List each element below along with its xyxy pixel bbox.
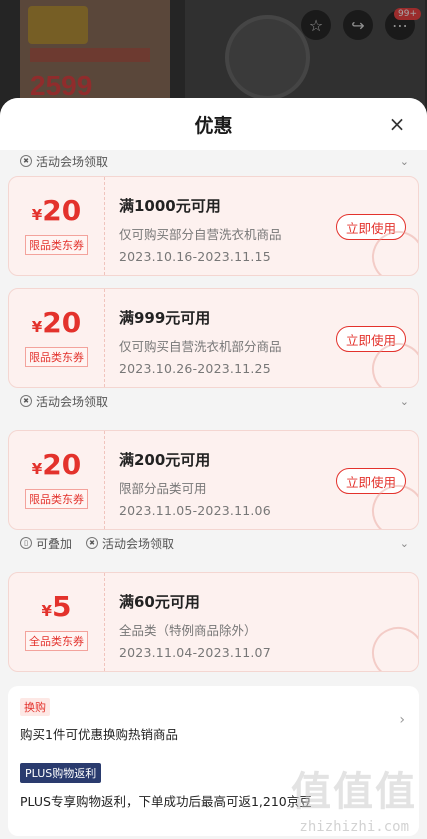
coupon-sheet: 优惠 × ✖ 活动会场领取 ⌄ ¥20 限品类东券 满1000元可用 仅可购买部… xyxy=(0,98,427,839)
coupon-amount: ¥20 xyxy=(31,194,82,227)
coupon-card[interactable]: ¥5 全品类东券 满60元可用 全品类（特例商品除外） 2023.11.04-2… xyxy=(8,572,419,672)
coupon-scope: 全品类（特例商品除外） xyxy=(119,623,257,638)
coupon-card: ¥20 限品类东券 满1000元可用 仅可购买部分自营洗衣机商品 2023.10… xyxy=(8,176,419,276)
chevron-down-icon[interactable]: ⌄ xyxy=(400,155,409,168)
coupon-type-label: 限品类东券 xyxy=(25,489,88,509)
stack-activity-tagline[interactable]: ▯ 可叠加 ✖ 活动会场领取 ⌄ xyxy=(8,532,419,554)
activity-tag-label: 活动会场领取 xyxy=(36,154,109,169)
activity-tag-label: 活动会场领取 xyxy=(36,394,109,409)
coupon-card: ¥20 限品类东券 满999元可用 仅可购买自营洗衣机部分商品 2023.10.… xyxy=(8,288,419,388)
stackable-tag-label: 可叠加 xyxy=(36,536,73,551)
coupon-type-label: 全品类东券 xyxy=(25,631,88,651)
coupon-type-label: 限品类东券 xyxy=(25,347,88,367)
activity-icon: ✖ xyxy=(20,395,32,407)
coupon-type-label: 限品类东券 xyxy=(25,235,88,255)
activity-tagline[interactable]: ✖ 活动会场领取 ⌄ xyxy=(8,390,419,412)
exchange-tag: 换购 xyxy=(20,698,50,716)
chevron-down-icon[interactable]: ⌄ xyxy=(400,537,409,550)
sheet-title: 优惠 xyxy=(194,114,233,137)
coupon-amount: ¥20 xyxy=(31,306,82,339)
watermark-logo: 值值值 xyxy=(291,769,417,815)
coupon-list: ✖ 活动会场领取 ⌄ ¥20 限品类东券 满1000元可用 仅可购买部分自营洗衣… xyxy=(0,150,427,836)
chevron-down-icon[interactable]: ⌄ xyxy=(400,395,409,408)
stackable-icon: ▯ xyxy=(20,537,32,549)
plus-rebate-tag: PLUS购物返利 xyxy=(20,763,102,783)
coupon-threshold: 满200元可用 xyxy=(119,451,211,469)
activity-icon: ✖ xyxy=(86,537,99,549)
exchange-row[interactable]: 换购 购买1件可优惠换购热销商品 › xyxy=(20,696,407,743)
sheet-header: 优惠 × xyxy=(0,98,427,150)
coupon-amount: ¥20 xyxy=(31,448,82,481)
close-icon[interactable]: × xyxy=(385,112,409,136)
coupon-threshold: 满999元可用 xyxy=(119,309,211,327)
coupon-amount: ¥5 xyxy=(41,590,72,623)
chevron-right-icon[interactable]: › xyxy=(399,712,405,728)
watermark-site: zhizhizhi.com xyxy=(299,819,409,835)
activity-tag-label: 活动会场领取 xyxy=(102,536,175,551)
coupon-card: ¥20 限品类东券 满200元可用 限部分品类可用 2023.11.05-202… xyxy=(8,430,419,530)
activity-icon: ✖ xyxy=(20,155,32,167)
exchange-text: 购买1件可优惠换购热销商品 xyxy=(20,727,178,742)
coupon-threshold: 满1000元可用 xyxy=(119,197,221,215)
activity-tagline[interactable]: ✖ 活动会场领取 ⌄ xyxy=(8,150,419,172)
coupon-threshold: 满60元可用 xyxy=(119,593,200,611)
